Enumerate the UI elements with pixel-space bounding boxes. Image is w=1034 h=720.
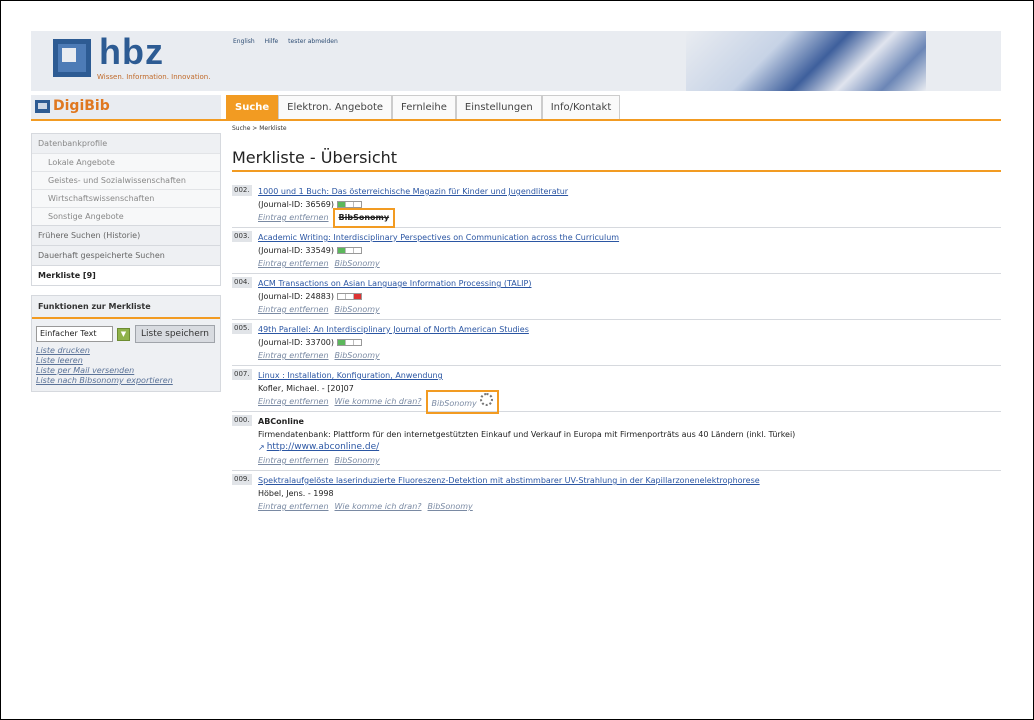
sidebar-item-history[interactable]: Frühere Suchen (Historie) bbox=[32, 225, 220, 245]
how-to-get-link[interactable]: Wie komme ich dran? bbox=[335, 395, 422, 409]
bibsonomy-highlight: BibSonomy bbox=[425, 390, 499, 414]
sidebar-item-merkliste[interactable]: Merkliste [9] bbox=[32, 265, 220, 285]
item-number: 005. bbox=[232, 323, 252, 334]
list-item: 000. ABConline Firmendatenbank: Plattfor… bbox=[232, 412, 1001, 471]
header-banner-image bbox=[686, 31, 926, 91]
digibib-brand[interactable]: DigiBib bbox=[31, 95, 221, 119]
item-number: 003. bbox=[232, 231, 252, 242]
logo-tagline: Wissen. Information. Innovation. bbox=[97, 73, 211, 81]
item-number: 004. bbox=[232, 277, 252, 288]
item-meta: Höbel, Jens. - 1998 bbox=[258, 489, 334, 498]
mail-list-link[interactable]: Liste per Mail versenden bbox=[32, 366, 220, 376]
list-item: 004. ACM Transactions on Asian Language … bbox=[232, 274, 1001, 320]
availability-bar bbox=[337, 293, 363, 300]
item-meta: (Journal-ID: 24883) bbox=[258, 292, 335, 301]
logo-mark-icon bbox=[53, 39, 91, 77]
logo-text: hbz bbox=[99, 31, 164, 72]
item-number: 007. bbox=[232, 369, 252, 380]
item-description: Firmendatenbank: Plattform für den inter… bbox=[258, 430, 796, 439]
external-link-icon: ↗ bbox=[258, 443, 265, 452]
remove-entry-link[interactable]: Eintrag entfernen bbox=[258, 454, 329, 468]
loading-spinner-icon bbox=[479, 393, 493, 406]
how-to-get-link[interactable]: Wie komme ich dran? bbox=[335, 500, 422, 514]
remove-entry-link[interactable]: Eintrag entfernen bbox=[258, 349, 329, 363]
remove-entry-link[interactable]: Eintrag entfernen bbox=[258, 303, 329, 317]
help-link[interactable]: Hilfe bbox=[265, 38, 279, 45]
bibsonomy-link[interactable]: BibSonomy bbox=[335, 257, 380, 271]
sidebar: Datenbankprofile Lokale Angebote Geistes… bbox=[31, 133, 221, 392]
item-meta: Kofler, Michael. - [20]07 bbox=[258, 384, 354, 393]
breadcrumb: Suche > Merkliste bbox=[232, 125, 287, 132]
list-item: 005. 49th Parallel: An Interdisciplinary… bbox=[232, 320, 1001, 366]
bibsonomy-link[interactable]: BibSonomy bbox=[335, 349, 380, 363]
sidebar-item-lokale-angebote[interactable]: Lokale Angebote bbox=[32, 153, 220, 171]
nav-bar: DigiBib Suche Elektron. Angebote Fernlei… bbox=[31, 95, 1001, 121]
item-title-link[interactable]: 1000 und 1 Buch: Das österreichische Mag… bbox=[258, 185, 1001, 198]
list-item: 009. Spektralaufgelöste laserinduzierte … bbox=[232, 471, 1001, 516]
item-number: 002. bbox=[232, 185, 252, 196]
english-link[interactable]: English bbox=[233, 38, 255, 45]
item-meta: (Journal-ID: 33700) bbox=[258, 338, 335, 347]
availability-bar bbox=[337, 201, 363, 208]
tab-einstellungen[interactable]: Einstellungen bbox=[455, 95, 542, 119]
availability-bar bbox=[337, 247, 363, 254]
bibsonomy-highlight: BibSonomy bbox=[332, 208, 396, 228]
item-title-link[interactable]: Linux : Installation, Konfiguration, Anw… bbox=[258, 369, 1001, 382]
bibsonomy-link[interactable]: BibSonomy bbox=[432, 399, 477, 408]
tab-elektron-angebote[interactable]: Elektron. Angebote bbox=[278, 95, 393, 119]
sidebar-heading[interactable]: Datenbankprofile bbox=[32, 134, 220, 153]
merkliste-functions: Funktionen zur Merkliste Einfacher Text … bbox=[31, 295, 221, 392]
item-meta: (Journal-ID: 36569) bbox=[258, 200, 335, 209]
bibsonomy-link[interactable]: BibSonomy bbox=[428, 500, 473, 514]
title-divider bbox=[232, 170, 1001, 172]
page: hbz Wissen. Information. Innovation. Eng… bbox=[31, 31, 1001, 601]
save-list-button[interactable]: Liste speichern bbox=[135, 325, 216, 343]
page-title: Merkliste - Übersicht bbox=[232, 148, 398, 167]
item-title-link[interactable]: ACM Transactions on Asian Language Infor… bbox=[258, 277, 1001, 290]
sidebar-item-wirtschaftswissenschaften[interactable]: Wirtschaftswissenschaften bbox=[32, 189, 220, 207]
item-title: ABConline bbox=[258, 417, 304, 426]
top-links: English Hilfe tester abmelden bbox=[233, 38, 346, 45]
list-item: 002. 1000 und 1 Buch: Das österreichisch… bbox=[232, 182, 1001, 228]
item-title-link[interactable]: Academic Writing: Interdisciplinary Pers… bbox=[258, 231, 1001, 244]
item-title-link[interactable]: 49th Parallel: An Interdisciplinary Jour… bbox=[258, 323, 1001, 336]
list-item: 003. Academic Writing: Interdisciplinary… bbox=[232, 228, 1001, 274]
item-url-link[interactable]: http://www.abconline.de/ bbox=[267, 441, 379, 454]
availability-bar bbox=[337, 339, 363, 346]
merkliste-list: 002. 1000 und 1 Buch: Das österreichisch… bbox=[232, 182, 1001, 516]
remove-entry-link[interactable]: Eintrag entfernen bbox=[258, 211, 329, 225]
clear-list-link[interactable]: Liste leeren bbox=[32, 356, 220, 366]
hbz-logo[interactable]: hbz Wissen. Information. Innovation. bbox=[53, 31, 213, 84]
sidebar-item-sonstige-angebote[interactable]: Sonstige Angebote bbox=[32, 207, 220, 225]
item-title-link[interactable]: Spektralaufgelöste laserinduzierte Fluor… bbox=[258, 474, 1001, 487]
format-select[interactable]: Einfacher Text bbox=[36, 326, 113, 342]
digibib-icon bbox=[35, 100, 50, 113]
functions-title: Funktionen zur Merkliste bbox=[32, 296, 220, 319]
tab-suche[interactable]: Suche bbox=[226, 95, 279, 119]
remove-entry-link[interactable]: Eintrag entfernen bbox=[258, 500, 329, 514]
tab-info-kontakt[interactable]: Info/Kontakt bbox=[541, 95, 621, 119]
remove-entry-link[interactable]: Eintrag entfernen bbox=[258, 257, 329, 271]
format-row: Einfacher Text ▼ Liste speichern bbox=[32, 319, 220, 346]
print-list-link[interactable]: Liste drucken bbox=[32, 346, 220, 356]
digibib-label: DigiBib bbox=[53, 98, 110, 114]
bibsonomy-link[interactable]: BibSonomy bbox=[339, 213, 390, 222]
bibsonomy-link[interactable]: BibSonomy bbox=[335, 454, 380, 468]
item-meta: (Journal-ID: 33549) bbox=[258, 246, 335, 255]
list-item: 007. Linux : Installation, Konfiguration… bbox=[232, 366, 1001, 414]
bibsonomy-link[interactable]: BibSonomy bbox=[335, 303, 380, 317]
item-number: 009. bbox=[232, 474, 252, 485]
select-arrow-icon[interactable]: ▼ bbox=[117, 327, 130, 341]
remove-entry-link[interactable]: Eintrag entfernen bbox=[258, 395, 329, 409]
main-tabs: Suche Elektron. Angebote Fernleihe Einst… bbox=[226, 95, 621, 119]
header: hbz Wissen. Information. Innovation. Eng… bbox=[31, 31, 1001, 91]
sidebar-nav: Datenbankprofile Lokale Angebote Geistes… bbox=[31, 133, 221, 286]
sidebar-item-saved-searches[interactable]: Dauerhaft gespeicherte Suchen bbox=[32, 245, 220, 265]
export-bibsonomy-link[interactable]: Liste nach Bibsonomy exportieren bbox=[32, 376, 220, 391]
tab-fernleihe[interactable]: Fernleihe bbox=[392, 95, 456, 119]
logout-link[interactable]: tester abmelden bbox=[288, 38, 338, 45]
item-number: 000. bbox=[232, 415, 252, 426]
sidebar-item-geistes-sozialwissenschaften[interactable]: Geistes- und Sozialwissenschaften bbox=[32, 171, 220, 189]
